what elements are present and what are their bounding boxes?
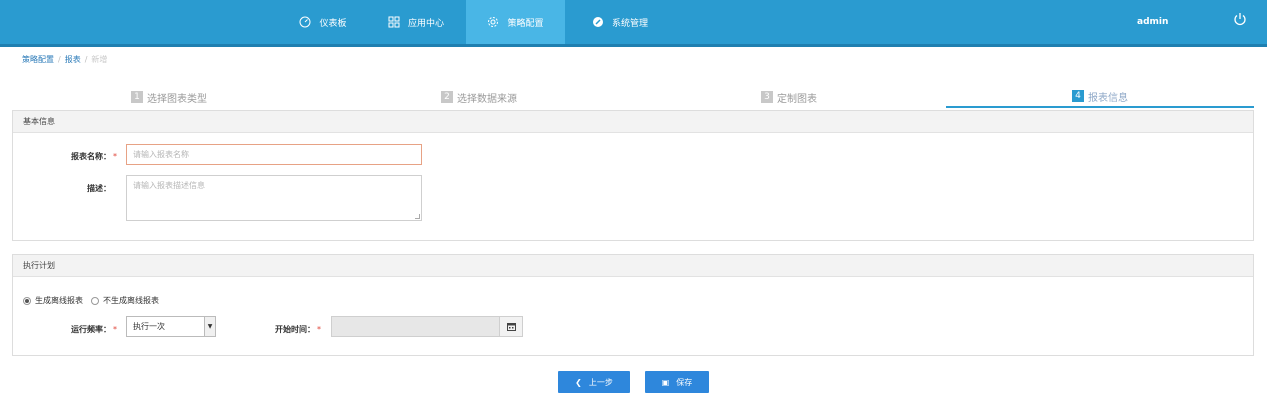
resize-handle[interactable]	[415, 214, 420, 219]
panel-title: 基本信息	[13, 111, 1253, 133]
calendar-button[interactable]	[499, 316, 523, 337]
nav-label: 策略配置	[507, 18, 544, 29]
basic-info-panel: 基本信息 报表名称： * 请输入报表名称 描述： 请输入报表描述信息	[12, 110, 1254, 241]
start-time-input[interactable]	[331, 316, 501, 337]
description-textarea[interactable]: 请输入报表描述信息	[126, 175, 422, 221]
step-label: 报表信息	[1088, 92, 1128, 104]
nav-app-center[interactable]: 应用中心	[376, 0, 456, 44]
step-2: 2 选择数据来源	[324, 86, 634, 108]
wizard-steps: 1 选择图表类型 2 选择数据来源 3 定制图表 4 报表信息	[14, 86, 1254, 108]
wrench-icon	[592, 17, 603, 27]
frequency-select[interactable]: 执行一次 ▼	[126, 316, 216, 337]
radio-label: 不生成离线报表	[103, 296, 159, 305]
radio-no-offline[interactable]	[91, 296, 99, 305]
floppy-icon: ▣	[661, 377, 670, 387]
breadcrumb-current: 新增	[91, 55, 108, 64]
button-label: 保存	[676, 377, 693, 387]
description-placeholder: 请输入报表描述信息	[133, 181, 205, 190]
prev-step-button[interactable]: ❮ 上一步	[558, 371, 630, 393]
breadcrumb-item[interactable]: 策略配置	[22, 55, 54, 64]
step-label: 定制图表	[777, 93, 817, 105]
radio-generate-offline[interactable]	[23, 296, 31, 305]
power-icon[interactable]	[1233, 12, 1247, 26]
report-name-input[interactable]: 请输入报表名称	[126, 144, 422, 165]
description-label: 描述：	[87, 184, 111, 193]
nav-label: 应用中心	[407, 18, 444, 29]
user-name[interactable]: admin	[1137, 17, 1168, 27]
nav-label: 仪表板	[319, 18, 347, 29]
breadcrumb: 策略配置 / 报表 / 新增	[22, 55, 108, 64]
chevron-down-icon: ▼	[204, 317, 215, 336]
breadcrumb-item[interactable]: 报表	[65, 55, 81, 64]
frequency-value: 执行一次	[133, 322, 165, 331]
report-name-label: 报表名称： *	[71, 152, 117, 161]
schedule-panel: 执行计划 生成离线报表 不生成离线报表 运行频率： * 执行一次 ▼ 开始时间： *	[12, 254, 1254, 356]
frequency-label: 运行频率： *	[71, 325, 117, 334]
chevron-left-icon: ❮	[575, 377, 582, 387]
save-button[interactable]: ▣ 保存	[645, 371, 709, 393]
step-label: 选择数据来源	[457, 93, 517, 105]
step-4: 4 报表信息	[946, 86, 1254, 108]
step-number: 2	[441, 91, 453, 103]
top-nav-bar: 仪表板 应用中心 策略配置 系统管理 admin	[0, 0, 1267, 47]
button-label: 上一步	[588, 377, 613, 387]
start-time-label: 开始时间： *	[275, 325, 321, 334]
step-number: 4	[1072, 90, 1084, 102]
step-number: 3	[761, 91, 773, 103]
panel-title: 执行计划	[13, 255, 1253, 277]
gauge-icon	[299, 16, 311, 28]
nav-dashboard[interactable]: 仪表板	[286, 0, 360, 44]
step-number: 1	[131, 91, 143, 103]
step-1: 1 选择图表类型	[14, 86, 324, 108]
calendar-icon	[506, 323, 516, 331]
offline-report-options: 生成离线报表 不生成离线报表	[23, 295, 167, 306]
nav-label: 系统管理	[611, 18, 648, 29]
step-label: 选择图表类型	[147, 93, 207, 105]
nav-system-manage[interactable]: 系统管理	[580, 0, 660, 44]
gear-icon	[488, 17, 499, 27]
grid-icon	[388, 16, 400, 28]
radio-label: 生成离线报表	[35, 296, 83, 305]
nav-policy-config[interactable]: 策略配置	[466, 0, 565, 44]
step-3: 3 定制图表	[634, 86, 944, 108]
